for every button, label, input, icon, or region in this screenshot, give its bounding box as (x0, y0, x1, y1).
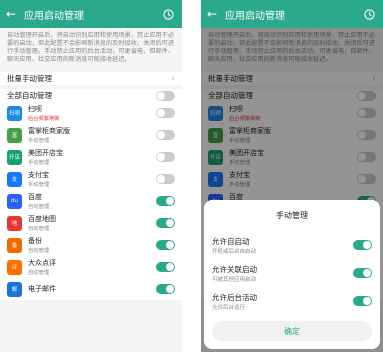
app-list-item[interactable]: 评大众点评自动管理 (0, 256, 182, 278)
dialog-option-toggle[interactable] (353, 268, 372, 278)
dialog-option-text: 允许关联启动 可被其他应用启动 (212, 264, 353, 283)
app-text: 大众点评自动管理 (28, 258, 156, 276)
app-name: 支付宝 (28, 171, 49, 179)
dialog-option-toggle[interactable] (353, 240, 372, 250)
manual-manage-dialog: 手动管理 允许自启动 开机或后台自启动 允许关联启动 可被其他应用启动 允许后台活动 允许后… (204, 200, 380, 349)
dialog-title: 手动管理 (276, 211, 308, 220)
app-status: 自动管理 (28, 248, 50, 254)
settings-screen-right: ← 应用启动管理 自动管理开启后，将自动识别应用和使用场景，禁止应用不必要的启动，但… (201, 0, 383, 352)
chevron-right-icon: › (171, 73, 175, 84)
back-arrow-icon[interactable]: ← (6, 8, 20, 20)
batch-manage-label: 批量手动管理 (7, 74, 52, 83)
app-list-item[interactable]: 支支付宝手动管理 (0, 168, 182, 190)
app-text: 扫呗 后台频繁刷新 (28, 104, 156, 122)
app-text: 富掌柜商家版 手动管理 (28, 126, 156, 144)
description-text: 自动管理开启后，将自动识别应用和使用场景，禁止应用不必要的启动，但此配置不会影响… (0, 28, 182, 68)
dialog-option-row: 允许后台活动 允许后台运行 (212, 287, 372, 315)
app-name: 富掌柜商家版 (28, 127, 70, 135)
app-name: 大众点评 (28, 259, 56, 267)
app-status: 自动管理 (28, 226, 50, 232)
dialog-option-row: 允许自启动开机或后台自启动 (212, 231, 372, 259)
app-list-item[interactable]: 备备份自动管理 (0, 234, 182, 256)
app-auto-toggle[interactable] (156, 284, 175, 294)
app-icon: 备 (7, 237, 22, 253)
app-header: ← 应用启动管理 (0, 0, 182, 28)
app-status: 自动管理 (28, 270, 50, 276)
dialog-option-toggle[interactable] (353, 296, 372, 306)
app-icon: 扫呗 (7, 105, 22, 121)
page-title: 应用启动管理 (24, 10, 84, 22)
app-status: 手动管理 (28, 160, 50, 166)
screen: ← 应用启动管理自动管理开启后，将自动识别应用和使用场景，禁止应用不必要的启动，但… (0, 0, 383, 352)
app-list-item[interactable]: du 百度自动管理 (0, 190, 182, 212)
app-list-item[interactable]: 扫呗 扫呗 后台频繁刷新 (0, 102, 182, 124)
app-status: 后台频繁刷新 (28, 116, 60, 122)
confirm-button[interactable]: 确定 (212, 321, 372, 341)
all-auto-label: 全部自动管理 (7, 91, 52, 100)
settings-screen-left: ← 应用启动管理自动管理开启后，将自动识别应用和使用场景，禁止应用不必要的启动，但… (0, 0, 182, 352)
app-auto-toggle[interactable] (156, 174, 175, 184)
app-status: 手动管理 (28, 138, 50, 144)
app-text: 支付宝 手动管理 (28, 170, 156, 188)
dialog-option-sub: 允许后台运行 (212, 304, 246, 311)
app-name: 百度地图 (28, 215, 56, 223)
app-icon: 评 (7, 259, 22, 275)
app-list-item[interactable]: 富富掌柜商家版 手动管理 (0, 124, 182, 146)
dialog-option-text: 允许后台活动 允许后台运行 (212, 292, 353, 311)
app-icon: 地 (7, 215, 22, 231)
app-name: 美团开店宝 (28, 149, 63, 157)
app-icon: du (7, 193, 22, 209)
clock-icon[interactable] (160, 6, 176, 22)
app-text: 百度地图自动管理 (28, 214, 156, 232)
dialog-option-sub: 开机或后台自启动 (212, 248, 257, 255)
app-auto-toggle[interactable] (156, 240, 175, 250)
app-status: 手动管理 (28, 182, 50, 188)
app-text: 电子邮件 (28, 284, 156, 294)
app-text: 美团开店宝 手动管理 (28, 148, 156, 166)
app-list-item[interactable]: 开店 美团开店宝手动管理 (0, 146, 182, 168)
app-name: 电子邮件 (28, 285, 56, 293)
dialog-option-row: 允许关联启动 可被其他应用启动 (212, 259, 372, 287)
app-name: 百度 (28, 193, 42, 201)
app-list-item[interactable]: 地百度地图自动管理 (0, 212, 182, 234)
page-title: 应用启动管理 (225, 10, 285, 22)
app-auto-toggle[interactable] (156, 130, 175, 140)
app-auto-toggle[interactable] (156, 262, 175, 272)
app-auto-toggle[interactable] (156, 152, 175, 162)
app-auto-toggle[interactable] (156, 218, 175, 228)
app-icon: 开店 (7, 149, 22, 165)
dialog-option-label: 允许后台活动 (212, 292, 257, 302)
all-auto-toggle[interactable] (156, 90, 175, 101)
app-name: 备份 (28, 237, 42, 245)
app-auto-toggle[interactable] (156, 196, 175, 206)
app-list-item[interactable]: 邮电子邮件 (0, 278, 182, 300)
app-icon: 邮 (7, 281, 22, 297)
dialog-option-text: 允许自启动开机或后台自启动 (212, 236, 353, 255)
app-text: 百度自动管理 (28, 192, 156, 210)
app-header: ← 应用启动管理 (201, 0, 383, 28)
app-name: 扫呗 (28, 105, 42, 113)
app-status: 自动管理 (28, 204, 50, 210)
dialog-option-label: 允许自启动 (212, 236, 250, 246)
app-icon: 富 (7, 127, 22, 143)
app-icon: 支 (7, 171, 22, 187)
batch-manage-row[interactable]: 批量手动管理 › (0, 68, 182, 85)
back-arrow-icon[interactable]: ← (207, 8, 221, 20)
clock-icon[interactable] (361, 6, 377, 22)
app-text: 备份自动管理 (28, 236, 156, 254)
dialog-option-sub: 可被其他应用启动 (212, 276, 257, 283)
app-auto-toggle[interactable] (156, 108, 175, 118)
dialog-option-label: 允许关联启动 (212, 264, 257, 274)
all-auto-row: 全部自动管理 (0, 85, 182, 102)
